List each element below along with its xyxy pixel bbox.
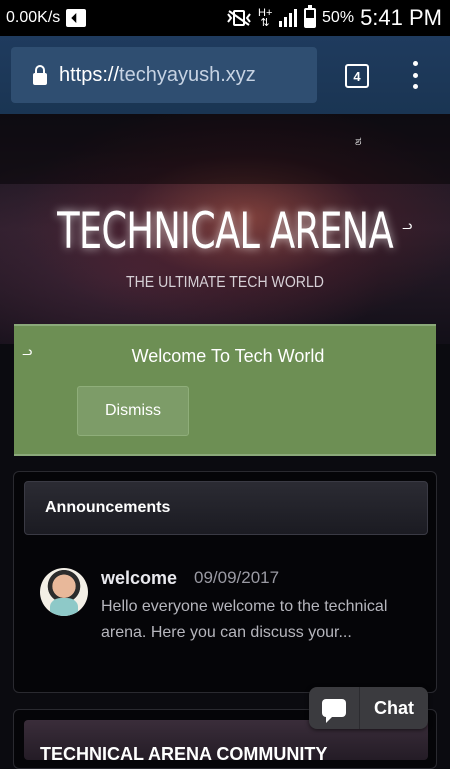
menu-button[interactable] — [413, 61, 419, 89]
notice-text: Welcome To Tech World — [131, 346, 325, 366]
vibrate-icon — [227, 10, 251, 26]
signal-icon — [279, 9, 298, 27]
network-type: H+ ⇅ — [258, 7, 273, 29]
chat-label: Chat — [374, 697, 414, 718]
avatar[interactable] — [40, 568, 88, 616]
more-vert-icon — [413, 61, 418, 66]
announcements-panel: Announcements welcome 09/09/2017 Hello e… — [13, 471, 437, 693]
decor-icon: ᓗ — [402, 218, 413, 232]
announcement-date: 09/09/2017 — [194, 568, 280, 587]
hero-band — [0, 114, 450, 184]
url-domain: techyayush.xyz — [119, 63, 256, 86]
url-protocol: https:// — [59, 63, 120, 86]
site-subtitle: THE ULTIMATE TECH WORLD — [126, 274, 324, 291]
clock: 5:41 PM — [360, 5, 442, 30]
sparkle-icon: ಶ — [355, 134, 362, 148]
announcement-title[interactable]: welcome — [101, 568, 177, 589]
welcome-notice: ᓗ Welcome To Tech World Dismiss — [14, 324, 436, 456]
browser-toolbar: https://techyayush.xyz 4 — [0, 36, 450, 114]
chat-button[interactable]: Chat — [309, 687, 428, 729]
chat-bubble-icon — [322, 699, 346, 723]
battery-icon — [304, 5, 317, 28]
chat-icon-wrap — [309, 687, 360, 729]
site-title: TECHNICAL ARENA — [57, 202, 394, 260]
dismiss-button[interactable]: Dismiss — [77, 386, 189, 436]
network-speed: 0.00K/s — [6, 9, 61, 26]
status-bar: 0.00K/s H+ ⇅ 50% 5:41 PM — [0, 0, 450, 36]
announcement-excerpt: Hello everyone welcome to the technical … — [101, 598, 388, 641]
announcements-header: Announcements — [24, 481, 428, 535]
address-bar[interactable]: https://techyayush.xyz — [11, 47, 317, 103]
tab-switcher-button[interactable]: 4 — [345, 64, 369, 88]
lock-icon — [33, 65, 47, 85]
cast-icon — [66, 9, 87, 27]
hero-banner: ಶ TECHNICAL ARENA ᓗ THE ULTIMATE TECH WO… — [0, 114, 450, 344]
battery-percent: 50% — [322, 9, 355, 26]
